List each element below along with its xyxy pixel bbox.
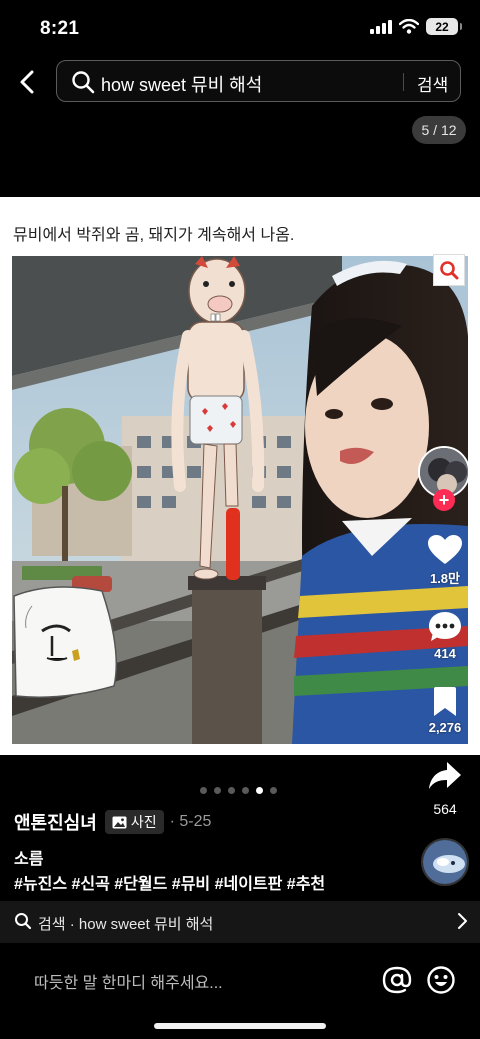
photo-type-label: 사진 [130,814,157,830]
wifi-icon [399,19,419,34]
post-date: · 5-25 [169,813,212,830]
search-divider [403,73,404,91]
share-icon [429,762,461,789]
battery-icon: 22 [426,18,462,35]
carousel-dot [256,787,263,794]
comment-count: 414 [434,646,456,661]
post-card: 뮤비에서 박쥐와 곰, 돼지가 계속해서 나옴. [0,197,480,755]
lens-search-button[interactable] [433,254,465,286]
back-arrow-icon [20,70,34,94]
carousel-dot [214,787,221,794]
related-search-label: 검색 · how sweet 뮤비 해석 [38,916,214,933]
search-icon [71,70,95,94]
lens-search-icon [440,261,459,280]
mention-button[interactable] [382,965,412,995]
bookmark-icon [434,687,456,716]
status-time: 8:21 [40,18,80,39]
photo-type-badge: 사진 [104,810,164,834]
share-button[interactable]: 564 [418,760,472,817]
author-name[interactable]: 앤톤진심녀 [14,809,97,835]
plus-icon: + [438,490,450,510]
follow-plus-button[interactable]: + [433,489,455,511]
search-icon [15,913,32,930]
save-button[interactable]: 2,276 [418,686,472,735]
comment-bar: 따듯한 말 한마디 해주세요... [0,943,480,1039]
post-title: 소름 [14,851,44,868]
search-input[interactable]: how sweet 뮤비 해석 [101,71,262,97]
post-image[interactable] [12,256,468,744]
like-button[interactable]: 1.8만 [418,534,472,587]
emoji-button[interactable] [426,965,456,995]
emoji-icon [427,966,455,994]
back-button[interactable] [12,64,42,100]
author-row: 앤톤진심녀 사진 · 5-25 [14,808,211,836]
carousel-dot [242,787,249,794]
like-count: 1.8만 [429,571,461,586]
home-indicator [154,1023,326,1029]
page-counter: 5 / 12 [412,116,466,144]
comment-button[interactable]: 414 [418,610,472,661]
related-search-bar[interactable]: 검색 · how sweet 뮤비 해석 [0,901,480,943]
status-icons: 22 [370,18,462,35]
carousel-dot [270,787,277,794]
save-count: 2,276 [428,720,462,735]
music-disc[interactable] [421,838,469,886]
carousel-dot [228,787,235,794]
comment-icon [429,612,461,641]
photo-icon [112,816,127,828]
carousel-dot [200,787,207,794]
signal-icon [370,19,392,34]
comment-input[interactable]: 따듯한 말 한마디 해주세요... [34,969,223,993]
at-icon [382,966,412,994]
chevron-right-icon [458,913,467,929]
hashtags[interactable]: #뉴진스 #신곡 #단월드 #뮤비 #네이트판 #추천 [14,870,325,894]
post-caption: 뮤비에서 박쥐와 곰, 돼지가 계속해서 나옴. [13,227,295,244]
carousel-dots [200,787,277,794]
share-count: 564 [433,801,457,817]
status-bar: 8:21 22 [0,0,480,56]
search-submit-button[interactable]: 검색 [417,71,448,96]
heart-icon [428,535,462,564]
search-bar[interactable]: how sweet 뮤비 해석 검색 [56,60,461,102]
